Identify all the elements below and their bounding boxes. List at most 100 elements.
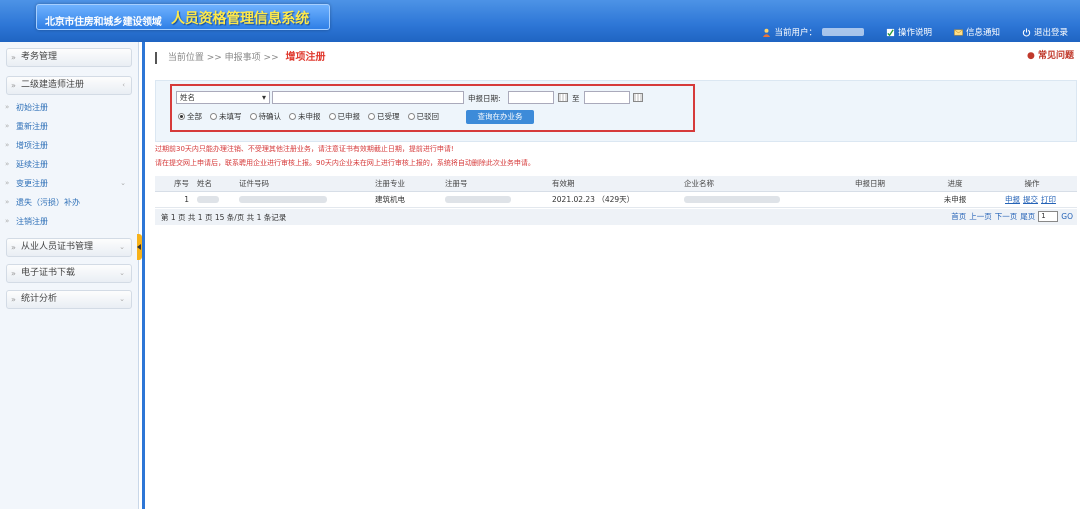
cell-company-redacted [680, 191, 851, 208]
sidebar-menu-exam[interactable]: » 考务管理 [6, 48, 132, 67]
notice-link[interactable]: 信息通知 [954, 26, 1000, 38]
radio-label: 已受理 [377, 112, 400, 121]
page-title: 增项注册 [285, 52, 326, 63]
radio-label: 待确认 [258, 112, 282, 121]
sidebar-item-change[interactable]: » 变更注册 ⌄ [0, 174, 138, 193]
radio-dot [210, 113, 217, 120]
pagination-controls: 首页 上一页 下一页 尾页 1 GO [951, 211, 1073, 222]
radio-submitted[interactable]: 已申报 [328, 111, 361, 122]
radio-dot [368, 113, 375, 120]
sidebar-menu-label: 统计分析 [21, 294, 58, 304]
col-id-number: 证件号码 [235, 176, 371, 192]
notice-line-2: 请在提交网上申请后，联系聘用企业进行审核上报。90天内企业未在网上进行审核上报的… [155, 159, 535, 167]
cell-name-redacted [193, 191, 235, 208]
sidebar: » 考务管理 » 二级建造师注册 ‹ » 初始注册 » 重新注册 » 增项注册 » 延续… [0, 42, 139, 509]
cell-actions: 申报 提交 打印 [983, 191, 1077, 208]
top-header: 北京市住房和城乡建设领域 人员资格管理信息系统 当前用户： 操作说明 信息通知 … [0, 0, 1080, 42]
chevron-down-icon: ⌄ [119, 295, 125, 303]
col-reg-number: 注册号 [441, 176, 548, 192]
breadcrumb: 当前位置 >> 申报事项 >> 增项注册 [155, 48, 326, 64]
pagination: 第 1 页 共 1 页 15 条/页 共 1 条记录 首页 上一页 下一页 尾页… [155, 209, 1077, 225]
radio-label: 未申报 [298, 112, 321, 121]
double-arrow-icon: » [5, 141, 10, 149]
col-validity: 有效期 [548, 176, 680, 192]
radio-dot [407, 113, 415, 120]
search-form: 姓名 申报日期: 至 全部 未填写 待确认 未申报 已申报 已受理 已驳回 查询… [170, 84, 695, 132]
double-arrow-icon: » [5, 217, 10, 225]
sidebar-item-re-register[interactable]: » 重新注册 [0, 117, 138, 136]
top-toolbar: 当前用户： 操作说明 信息通知 退出登录 [762, 26, 1068, 38]
sidebar-item-label: 变更注册 [16, 179, 48, 188]
sidebar-menu-label: 考务管理 [21, 52, 58, 62]
apply-link[interactable]: 申报 [1005, 195, 1020, 204]
notice-line-1: 过期前30天内只能办理注销、不受理其他注册业务，请注意证书有效期截止日期，提前进… [155, 145, 454, 153]
results-table: 序号 姓名 证件号码 注册专业 注册号 有效期 企业名称 申报日期 进度 操作 … [155, 176, 1077, 208]
sidebar-menu-e-cert[interactable]: » 电子证书下载 ⌄ [6, 264, 132, 283]
double-arrow-icon: » [11, 243, 16, 252]
sidebar-menu-registration[interactable]: » 二级建造师注册 ‹ [6, 76, 132, 95]
radio-unfilled[interactable]: 未填写 [210, 111, 242, 122]
radio-all[interactable]: 全部 [178, 111, 202, 122]
col-name: 姓名 [193, 176, 235, 192]
col-index: 序号 [155, 176, 193, 192]
calendar-icon[interactable] [558, 93, 568, 102]
faq-link[interactable]: ● 常见问题 [1027, 48, 1074, 61]
search-field-select[interactable]: 姓名 [176, 91, 270, 104]
logout-label: 退出登录 [1033, 28, 1068, 38]
submit-link[interactable]: 提交 [1023, 195, 1038, 204]
calendar-icon[interactable] [633, 93, 643, 102]
help-label: 操作说明 [897, 28, 932, 38]
page-number-input[interactable]: 1 [1038, 211, 1059, 222]
radio-label: 已驳回 [416, 112, 440, 121]
cell-reg-redacted [441, 191, 548, 208]
pagination-summary: 第 1 页 共 1 页 15 条/页 共 1 条记录 [161, 213, 287, 222]
redacted-text [197, 196, 219, 203]
sidebar-item-initial[interactable]: » 初始注册 [0, 98, 138, 117]
sidebar-item-renewal[interactable]: » 延续注册 [0, 155, 138, 174]
sidebar-menu-stats[interactable]: » 统计分析 ⌄ [6, 290, 132, 309]
query-button[interactable]: 查询在办业务 [466, 110, 534, 124]
help-link[interactable]: 操作说明 [886, 26, 932, 38]
sidebar-item-cancel[interactable]: » 注销注册 [0, 212, 138, 231]
search-panel: 姓名 申报日期: 至 全部 未填写 待确认 未申报 已申报 已受理 已驳回 查询… [155, 80, 1077, 142]
next-page-link[interactable]: 下一页 [995, 211, 1018, 222]
radio-accepted[interactable]: 已受理 [368, 111, 400, 122]
sidebar-menu-label: 二级建造师注册 [21, 80, 85, 90]
date-label: 申报日期: [468, 94, 501, 103]
sidebar-item-label: 遗失（污损）补办 [16, 198, 80, 207]
date-to-input[interactable] [584, 91, 630, 104]
first-page-link[interactable]: 首页 [951, 211, 966, 222]
col-actions: 操作 [983, 176, 1077, 192]
sidebar-item-add-item[interactable]: » 增项注册 [0, 136, 138, 155]
cell-validity: 2021.02.23 （429天） [548, 191, 680, 208]
radio-rejected[interactable]: 已驳回 [407, 111, 440, 122]
user-name-redacted [821, 28, 864, 36]
double-arrow-icon: » [11, 295, 16, 304]
sidebar-item-lost[interactable]: » 遗失（污损）补办 [0, 193, 138, 212]
cell-progress: 未申报 [923, 191, 983, 208]
date-from-input[interactable] [508, 91, 554, 104]
sidebar-menu-certificates[interactable]: » 从业人员证书管理 ⌄ [6, 238, 132, 257]
breadcrumb-bar [155, 51, 157, 64]
system-logo: 北京市住房和城乡建设领域 人员资格管理信息系统 [36, 4, 330, 30]
sidebar-item-label: 注销注册 [16, 217, 48, 226]
logout-link[interactable]: 退出登录 [1022, 26, 1068, 38]
radio-label: 已申报 [337, 112, 361, 121]
double-arrow-icon: » [11, 81, 16, 90]
redacted-text [445, 196, 511, 203]
current-user: 当前用户： [762, 26, 864, 38]
go-button[interactable]: GO [1061, 212, 1073, 221]
prev-page-link[interactable]: 上一页 [969, 211, 992, 222]
col-apply-date: 申报日期 [851, 176, 923, 192]
date-to-label: 至 [572, 94, 580, 103]
search-keyword-input[interactable] [272, 91, 464, 104]
col-company: 企业名称 [680, 176, 851, 192]
system-name: 人员资格管理信息系统 [171, 11, 309, 27]
org-name: 北京市住房和城乡建设领域 [45, 17, 162, 28]
last-page-link[interactable]: 尾页 [1020, 211, 1035, 222]
print-link[interactable]: 打印 [1041, 195, 1056, 204]
radio-label: 未填写 [219, 112, 242, 121]
radio-not-submitted[interactable]: 未申报 [289, 111, 321, 122]
current-user-label: 当前用户： [774, 28, 817, 38]
radio-pending-confirm[interactable]: 待确认 [249, 111, 282, 122]
